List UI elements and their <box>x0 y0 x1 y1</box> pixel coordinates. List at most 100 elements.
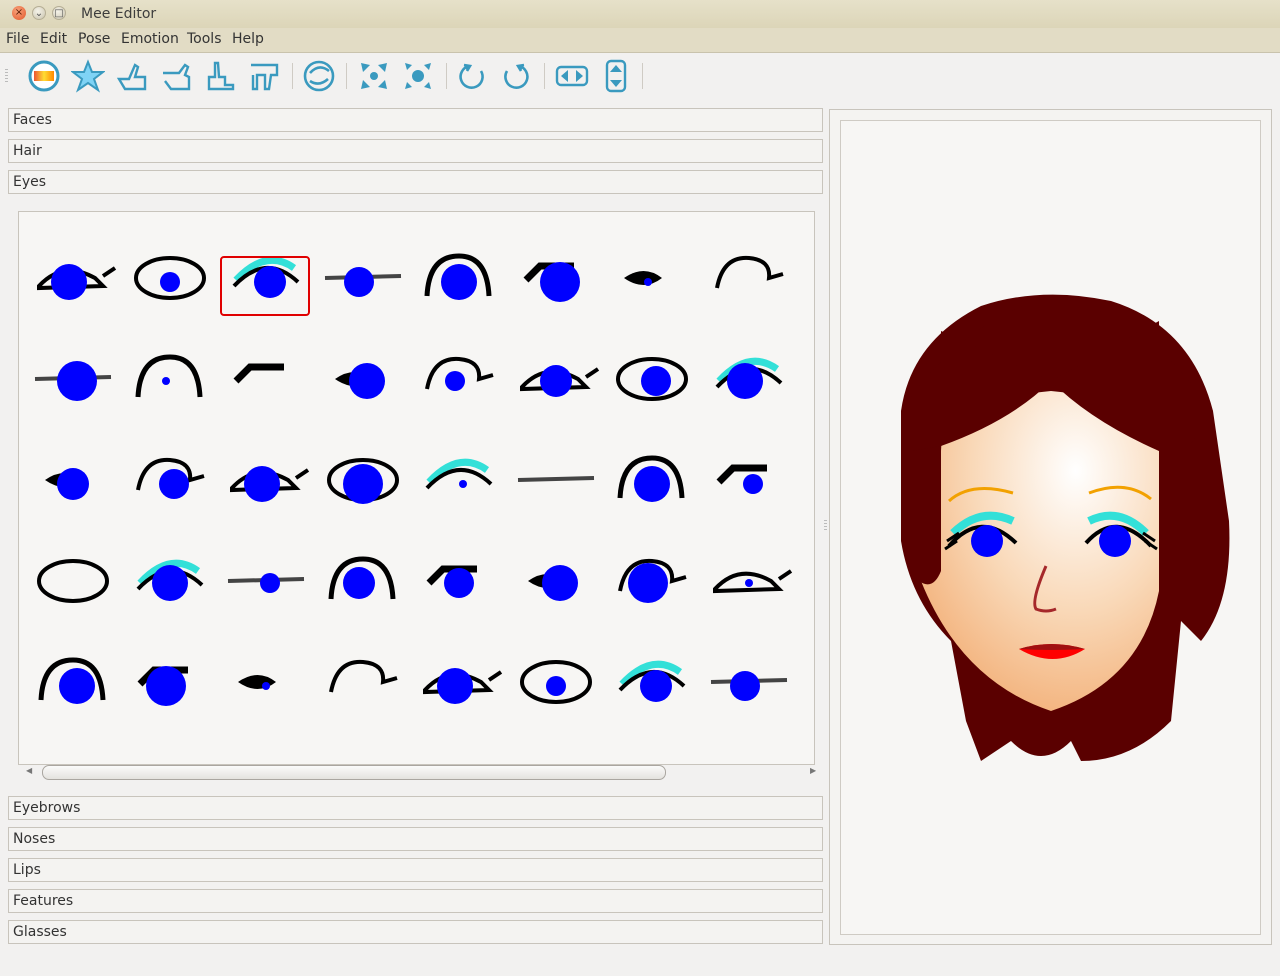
rotate-ccw-icon[interactable] <box>455 59 489 93</box>
eye-option[interactable] <box>323 642 419 742</box>
section-eyebrows[interactable]: Eyebrows <box>8 796 823 820</box>
eye-option[interactable] <box>516 440 612 540</box>
hand-point-left-icon[interactable] <box>159 59 193 93</box>
eye-option[interactable] <box>130 541 226 641</box>
maximize-window-button[interactable]: □ <box>52 6 66 20</box>
eye-thumbnail <box>715 357 782 399</box>
eye-thumbnail <box>624 271 662 286</box>
menu-pose[interactable]: Pose <box>78 31 110 47</box>
preview-panel <box>829 109 1272 945</box>
menu-edit[interactable]: Edit <box>40 31 67 47</box>
section-hair[interactable]: Hair <box>8 139 823 163</box>
section-eyes[interactable]: Eyes <box>8 170 823 194</box>
eye-option[interactable] <box>612 642 708 742</box>
section-label: Hair <box>13 143 42 159</box>
eye-option[interactable] <box>130 440 226 540</box>
section-noses[interactable]: Noses <box>8 827 823 851</box>
eye-option[interactable] <box>226 642 322 742</box>
eye-option[interactable] <box>323 440 419 540</box>
eye-option[interactable] <box>612 238 708 338</box>
eye-option[interactable] <box>419 339 515 439</box>
eye-thumbnail <box>135 457 205 499</box>
panel-splitter[interactable] <box>824 520 827 530</box>
section-label: Eyebrows <box>13 800 81 816</box>
eye-thumbnail <box>133 256 206 300</box>
eye-option[interactable] <box>130 339 226 439</box>
scrollbar-thumb[interactable] <box>42 765 666 780</box>
menu-file[interactable]: File <box>6 31 29 47</box>
toolbar-grip[interactable] <box>5 69 8 83</box>
flip-horizontal-icon[interactable] <box>555 59 589 93</box>
eye-option[interactable] <box>516 339 612 439</box>
eye-option[interactable] <box>323 339 419 439</box>
hand-victory-icon[interactable] <box>203 59 237 93</box>
flip-vertical-icon[interactable] <box>599 59 633 93</box>
minimize-window-button[interactable]: ⌄ <box>32 6 46 20</box>
eye-option[interactable] <box>612 339 708 439</box>
eye-option[interactable] <box>516 238 612 338</box>
toolbar-separator <box>346 63 347 89</box>
section-features[interactable]: Features <box>8 889 823 913</box>
section-lips[interactable]: Lips <box>8 858 823 882</box>
eye-option[interactable] <box>709 642 805 742</box>
eye-option[interactable] <box>323 541 419 641</box>
eye-option[interactable] <box>323 238 419 338</box>
menu-emotion[interactable]: Emotion <box>121 31 179 47</box>
eye-option[interactable] <box>612 541 708 641</box>
eye-option[interactable] <box>33 339 129 439</box>
selected-eye-highlight <box>220 256 310 316</box>
section-label: Eyes <box>13 174 47 190</box>
eye-option[interactable] <box>419 440 515 540</box>
menu-tools[interactable]: Tools <box>187 31 222 47</box>
expand-icon[interactable] <box>357 59 391 93</box>
eye-thumbnail <box>137 666 188 706</box>
eye-option[interactable] <box>419 541 515 641</box>
eye-thumbnail <box>45 468 89 500</box>
eye-thumbnail <box>230 466 310 502</box>
eye-thumbnail <box>519 660 592 704</box>
eye-option[interactable] <box>709 339 805 439</box>
eye-option[interactable] <box>33 440 129 540</box>
rotate-cw-icon[interactable] <box>499 59 533 93</box>
section-glasses[interactable]: Glasses <box>8 920 823 944</box>
section-label: Noses <box>13 831 56 847</box>
eye-thumbnail <box>37 559 109 603</box>
scroll-left-icon[interactable]: ◀ <box>26 766 32 775</box>
eye-thumbnail <box>37 264 117 300</box>
eye-option[interactable] <box>33 642 129 742</box>
eye-option[interactable] <box>709 541 805 641</box>
eye-thumbnail <box>523 262 580 302</box>
face-outline-icon[interactable] <box>302 59 336 93</box>
eye-option[interactable] <box>709 440 805 540</box>
section-label: Features <box>13 893 74 909</box>
eye-option[interactable] <box>33 238 129 338</box>
eye-option[interactable] <box>419 642 515 742</box>
menu-help[interactable]: Help <box>232 31 264 47</box>
eye-option[interactable] <box>130 238 226 338</box>
eye-thumbnail <box>233 363 284 384</box>
section-faces[interactable]: Faces <box>8 108 823 132</box>
avatar-canvas[interactable] <box>840 120 1261 935</box>
eye-option[interactable] <box>226 541 322 641</box>
close-window-button[interactable]: × <box>12 6 26 20</box>
eye-option[interactable] <box>226 440 322 540</box>
eye-option[interactable] <box>220 238 322 338</box>
eye-option[interactable] <box>516 541 612 641</box>
eye-option[interactable] <box>226 339 322 439</box>
hand-point-down-icon[interactable] <box>247 59 281 93</box>
horizontal-scrollbar[interactable]: ◀ ▶ <box>26 764 821 780</box>
eye-option[interactable] <box>130 642 226 742</box>
eye-option[interactable] <box>419 238 515 338</box>
eye-option[interactable] <box>516 642 612 742</box>
eye-thumbnail <box>424 253 492 300</box>
shrink-icon[interactable] <box>401 59 435 93</box>
color-palette-icon[interactable] <box>27 59 61 93</box>
eye-option[interactable] <box>612 440 708 540</box>
star-icon[interactable] <box>71 59 105 93</box>
scroll-right-icon[interactable]: ▶ <box>810 766 816 775</box>
hand-point-up-icon[interactable] <box>115 59 149 93</box>
eye-option[interactable] <box>33 541 129 641</box>
section-label: Lips <box>13 862 41 878</box>
eye-option[interactable] <box>709 238 805 338</box>
eye-thumbnail <box>423 668 503 704</box>
